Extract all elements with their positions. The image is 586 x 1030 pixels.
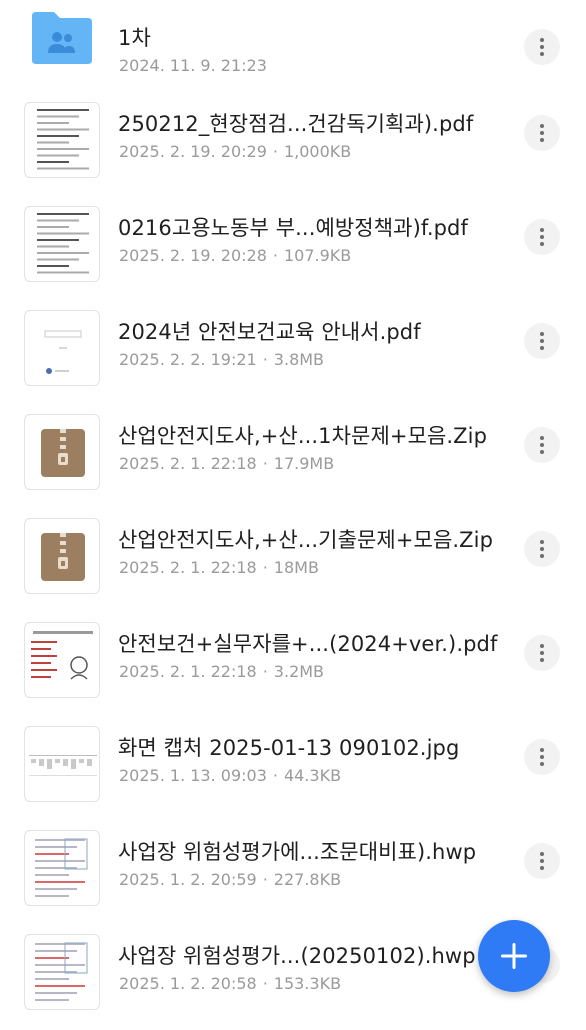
more-options-button[interactable] [524, 115, 560, 151]
file-name: 0216고용노동부 부...예방정책과)f.pdf [118, 216, 468, 240]
file-date: 2025. 2. 1. 22:18 [119, 454, 257, 473]
more-options-button[interactable] [524, 635, 560, 671]
zip-file-icon [24, 518, 100, 594]
file-size: 44.3KB [283, 766, 342, 785]
file-thumbnail [24, 934, 100, 1010]
file-date: 2025. 2. 1. 22:18 [119, 558, 257, 577]
file-name: 화면 캡처 2025-01-13 090102.jpg [118, 736, 460, 760]
file-date: 2025. 1. 13. 09:03 [119, 766, 267, 785]
meta-separator: · [262, 974, 268, 993]
file-date: 2025. 2. 19. 20:28 [119, 246, 267, 265]
file-meta: 2025. 2. 1. 22:18 · 18MB [119, 558, 319, 577]
zip-file-icon [24, 414, 100, 490]
file-meta: 2025. 2. 1. 22:18 · 3.2MB [119, 662, 324, 681]
more-options-button[interactable] [524, 323, 560, 359]
file-meta: 2025. 1. 2. 20:59 · 227.8KB [119, 870, 341, 889]
meta-separator: · [272, 142, 278, 161]
file-meta: 2025. 2. 1. 22:18 · 17.9MB [119, 454, 334, 473]
file-row[interactable]: 산업안전지도사,+산...기출문제+모음.Zip 2025. 2. 1. 22:1… [0, 510, 586, 614]
file-thumbnail [24, 830, 100, 906]
shared-folder-icon [24, 0, 100, 76]
meta-separator: · [272, 766, 278, 785]
more-options-button[interactable] [524, 739, 560, 775]
more-options-button[interactable] [524, 29, 560, 65]
file-thumbnail [24, 622, 100, 698]
file-row[interactable]: 산업안전지도사,+산...1차문제+모음.Zip 2025. 2. 1. 22:1… [0, 406, 586, 510]
file-size: 107.9KB [283, 246, 352, 265]
meta-separator: · [272, 246, 278, 265]
file-size: 18MB [273, 558, 319, 577]
file-date: 2025. 1. 2. 20:59 [119, 870, 257, 889]
file-date: 2025. 2. 1. 22:18 [119, 662, 257, 681]
meta-separator: · [262, 662, 268, 681]
meta-separator: · [262, 454, 268, 473]
file-size: 153.3KB [273, 974, 342, 993]
meta-separator: · [262, 558, 268, 577]
more-options-button[interactable] [524, 219, 560, 255]
file-meta: 2025. 2. 2. 19:21 · 3.8MB [119, 350, 324, 369]
file-thumbnail [24, 206, 100, 282]
folder-date: 2024. 11. 9. 21:23 [119, 56, 267, 75]
more-options-button[interactable] [524, 843, 560, 879]
folder-row[interactable]: 1차 2024. 11. 9. 21:23 [0, 0, 586, 94]
file-row[interactable]: 2024년 안전보건교육 안내서.pdf 2025. 2. 2. 19:21 · 3.… [0, 302, 586, 406]
file-row[interactable]: 사업장 위험성평가에...조문대비표).hwp 2025. 1. 2. 20:59… [0, 822, 586, 926]
file-row[interactable]: 안전보건+실무자를+...(2024+ver.).pdf 2025. 2. 1. … [0, 614, 586, 718]
file-size: 3.2MB [273, 662, 325, 681]
file-list: 1차 2024. 11. 9. 21:23 250212_현장점검...건감독기… [0, 0, 586, 1030]
file-size: 17.9MB [273, 454, 335, 473]
file-name: 산업안전지도사,+산...1차문제+모음.Zip [118, 424, 488, 448]
file-date: 2025. 2. 19. 20:29 [119, 142, 267, 161]
file-thumbnail [24, 102, 100, 178]
file-row[interactable]: 화면 캡처 2025-01-13 090102.jpg 2025. 1. 13. … [0, 718, 586, 822]
file-name: 2024년 안전보건교육 안내서.pdf [118, 320, 421, 344]
file-size: 3.8MB [273, 350, 325, 369]
file-thumbnail [24, 726, 100, 802]
file-size: 1,000KB [283, 142, 352, 161]
folder-name: 1차 [118, 26, 151, 50]
file-row[interactable]: 0216고용노동부 부...예방정책과)f.pdf 2025. 2. 19. 20… [0, 198, 586, 302]
file-name: 산업안전지도사,+산...기출문제+모음.Zip [118, 528, 493, 552]
file-name: 사업장 위험성평가에...조문대비표).hwp [118, 840, 477, 864]
file-meta: 2025. 1. 2. 20:58 · 153.3KB [119, 974, 341, 993]
file-meta: 2025. 2. 19. 20:29 · 1,000KB [119, 142, 351, 161]
file-size: 227.8KB [273, 870, 342, 889]
file-date: 2025. 1. 2. 20:58 [119, 974, 257, 993]
file-name: 안전보건+실무자를+...(2024+ver.).pdf [118, 632, 498, 656]
file-row[interactable]: 250212_현장점검...건감독기획과).pdf 2025. 2. 19. 20… [0, 94, 586, 198]
file-thumbnail [24, 310, 100, 386]
more-options-button[interactable] [524, 427, 560, 463]
file-meta: 2025. 1. 13. 09:03 · 44.3KB [119, 766, 341, 785]
meta-separator: · [262, 870, 268, 889]
plus-icon [501, 943, 527, 969]
add-fab-button[interactable] [478, 920, 550, 992]
file-date: 2025. 2. 2. 19:21 [119, 350, 257, 369]
meta-separator: · [262, 350, 268, 369]
more-options-button[interactable] [524, 531, 560, 567]
file-name: 250212_현장점검...건감독기획과).pdf [118, 112, 474, 136]
file-name: 사업장 위험성평가...(20250102).hwp [118, 944, 476, 968]
file-meta: 2025. 2. 19. 20:28 · 107.9KB [119, 246, 351, 265]
